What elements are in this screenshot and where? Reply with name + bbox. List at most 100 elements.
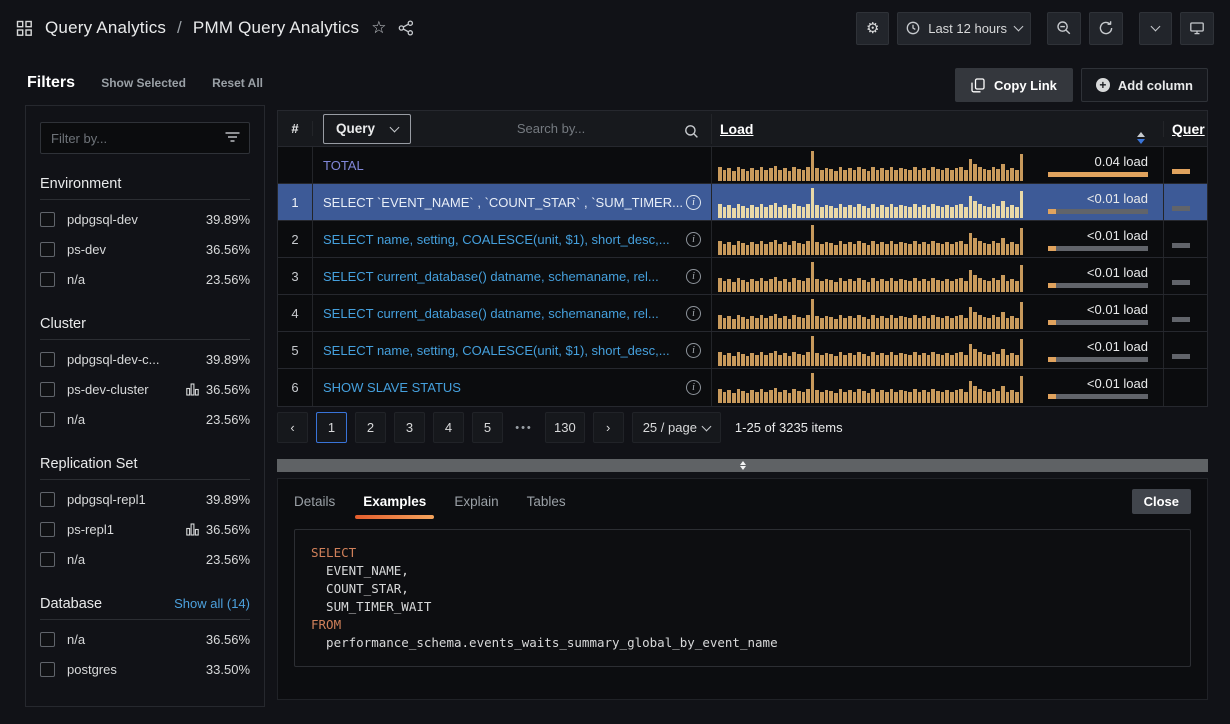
filter-item-percent: 39.89% bbox=[206, 352, 250, 367]
page-button-5[interactable]: 5 bbox=[472, 412, 503, 443]
code-line: SELECT bbox=[311, 544, 1174, 562]
dimension-dropdown[interactable]: Query bbox=[323, 114, 411, 144]
share-icon[interactable] bbox=[398, 20, 414, 36]
table-row[interactable]: 3SELECT current_database() datname, sche… bbox=[278, 258, 1207, 295]
page-size-select[interactable]: 25 / page bbox=[632, 412, 721, 443]
filter-section-replication-set: Replication Setpdpgsql-repl139.89%ps-rep… bbox=[40, 456, 250, 574]
next-page-button[interactable]: › bbox=[593, 412, 624, 443]
query-text[interactable]: SHOW SLAVE STATUS bbox=[323, 380, 461, 395]
info-icon[interactable]: i bbox=[686, 343, 701, 358]
filter-checkbox[interactable] bbox=[40, 382, 55, 397]
table-row[interactable]: 6SHOW SLAVE STATUSi<0.01 load bbox=[278, 369, 1207, 406]
reset-all-link[interactable]: Reset All bbox=[212, 76, 263, 90]
query-text[interactable]: TOTAL bbox=[323, 158, 364, 173]
filter-checkbox[interactable] bbox=[40, 632, 55, 647]
filter-checkbox[interactable] bbox=[40, 272, 55, 287]
refresh-button[interactable] bbox=[1089, 12, 1123, 45]
query-analytics-table: # Query Load bbox=[277, 110, 1208, 407]
filter-item-label[interactable]: n/a bbox=[67, 272, 206, 287]
filter-item-label[interactable]: ps-dev bbox=[67, 242, 206, 257]
filter-item-label[interactable]: ps-repl1 bbox=[67, 522, 186, 537]
add-column-button[interactable]: + Add column bbox=[1081, 68, 1208, 102]
tv-mode-button[interactable] bbox=[1180, 12, 1214, 45]
tab-explain[interactable]: Explain bbox=[454, 482, 498, 521]
filter-item-label[interactable]: n/a bbox=[67, 632, 206, 647]
breadcrumb: Query Analytics / PMM Query Analytics bbox=[45, 18, 359, 38]
page-button-3[interactable]: 3 bbox=[394, 412, 425, 443]
page-button-2[interactable]: 2 bbox=[355, 412, 386, 443]
breadcrumb-page[interactable]: PMM Query Analytics bbox=[193, 18, 359, 37]
query-text[interactable]: SELECT name, setting, COALESCE(unit, $1)… bbox=[323, 343, 670, 358]
bar-chart-icon[interactable] bbox=[186, 523, 199, 536]
filter-checkbox[interactable] bbox=[40, 552, 55, 567]
table-row[interactable]: 1SELECT `EVENT_NAME` , `COUNT_STAR` , `S… bbox=[278, 184, 1207, 221]
filter-checkbox[interactable] bbox=[40, 662, 55, 677]
info-icon[interactable]: i bbox=[686, 195, 701, 210]
info-icon[interactable]: i bbox=[686, 380, 701, 395]
filter-item: n/a23.56% bbox=[40, 264, 250, 294]
filter-item: n/a23.56% bbox=[40, 544, 250, 574]
page-button-1[interactable]: 1 bbox=[316, 412, 347, 443]
query-text[interactable]: SELECT name, setting, COALESCE(unit, $1)… bbox=[323, 232, 670, 247]
copy-icon bbox=[971, 78, 985, 93]
filter-item-label[interactable]: pdpgsql-dev bbox=[67, 212, 206, 227]
zoom-out-icon bbox=[1056, 20, 1072, 36]
query-count-bar bbox=[1172, 206, 1190, 211]
dashboard-settings-button[interactable]: ⚙ bbox=[856, 12, 889, 45]
filter-checkbox[interactable] bbox=[40, 242, 55, 257]
info-icon[interactable]: i bbox=[686, 306, 701, 321]
table-row[interactable]: 4SELECT current_database() datname, sche… bbox=[278, 295, 1207, 332]
filter-item-label[interactable]: n/a bbox=[67, 412, 206, 427]
filter-item-label[interactable]: ps-dev-cluster bbox=[67, 382, 186, 397]
filter-search-input[interactable] bbox=[40, 122, 250, 154]
filter-checkbox[interactable] bbox=[40, 492, 55, 507]
query-count-cell bbox=[1164, 258, 1207, 294]
page-button-4[interactable]: 4 bbox=[433, 412, 464, 443]
show-selected-link[interactable]: Show Selected bbox=[101, 76, 186, 90]
copy-link-button[interactable]: Copy Link bbox=[955, 68, 1073, 102]
tab-tables[interactable]: Tables bbox=[527, 482, 566, 521]
filter-checkbox[interactable] bbox=[40, 352, 55, 367]
breadcrumb-section[interactable]: Query Analytics bbox=[45, 18, 166, 37]
pagination: ‹12345•••130›25 / page1-25 of 3235 items bbox=[277, 412, 1208, 443]
refresh-interval-dropdown[interactable] bbox=[1139, 12, 1172, 45]
load-progress-bar bbox=[1048, 394, 1148, 399]
query-text[interactable]: SELECT `EVENT_NAME` , `COUNT_STAR` , `SU… bbox=[323, 195, 683, 210]
column-header-query-count[interactable]: Quer bbox=[1172, 121, 1205, 137]
zoom-out-button[interactable] bbox=[1047, 12, 1081, 45]
star-icon[interactable]: ☆ bbox=[371, 18, 386, 38]
filter-checkbox[interactable] bbox=[40, 522, 55, 537]
panel-splitter[interactable] bbox=[277, 459, 1208, 472]
query-text[interactable]: SELECT current_database() datname, schem… bbox=[323, 306, 659, 321]
table-row[interactable]: 2SELECT name, setting, COALESCE(unit, $1… bbox=[278, 221, 1207, 258]
apps-grid-icon[interactable] bbox=[16, 20, 33, 37]
load-progress-bar bbox=[1048, 283, 1148, 288]
show-all-link[interactable]: Show all (14) bbox=[174, 596, 250, 611]
filter-item-label[interactable]: postgres bbox=[67, 662, 206, 677]
filter-section-title: Cluster bbox=[40, 316, 86, 332]
filter-item-label[interactable]: n/a bbox=[67, 552, 206, 567]
column-header-load[interactable]: Load bbox=[720, 121, 753, 137]
info-icon[interactable]: i bbox=[686, 232, 701, 247]
filter-item-label[interactable]: pdpgsql-dev-c... bbox=[67, 352, 206, 367]
page-button-130[interactable]: 130 bbox=[545, 412, 585, 443]
table-row[interactable]: 5SELECT name, setting, COALESCE(unit, $1… bbox=[278, 332, 1207, 369]
plus-circle-icon: + bbox=[1096, 78, 1110, 92]
tab-examples[interactable]: Examples bbox=[363, 482, 426, 521]
filter-checkbox[interactable] bbox=[40, 412, 55, 427]
filter-checkbox[interactable] bbox=[40, 212, 55, 227]
filter-item-label[interactable]: pdpgsql-repl1 bbox=[67, 492, 206, 507]
table-row-total[interactable]: TOTAL0.04 load bbox=[278, 147, 1207, 184]
tab-details[interactable]: Details bbox=[294, 482, 335, 521]
bar-chart-icon[interactable] bbox=[186, 383, 199, 396]
query-text[interactable]: SELECT current_database() datname, schem… bbox=[323, 269, 659, 284]
close-button[interactable]: Close bbox=[1132, 489, 1191, 514]
query-search-input[interactable] bbox=[411, 121, 701, 136]
filter-section-title: Environment bbox=[40, 176, 121, 192]
info-icon[interactable]: i bbox=[686, 269, 701, 284]
load-sparkline bbox=[718, 187, 1024, 218]
row-number: 6 bbox=[278, 369, 313, 406]
sort-icon[interactable] bbox=[1137, 132, 1145, 144]
time-range-picker[interactable]: Last 12 hours bbox=[897, 12, 1031, 45]
prev-page-button[interactable]: ‹ bbox=[277, 412, 308, 443]
